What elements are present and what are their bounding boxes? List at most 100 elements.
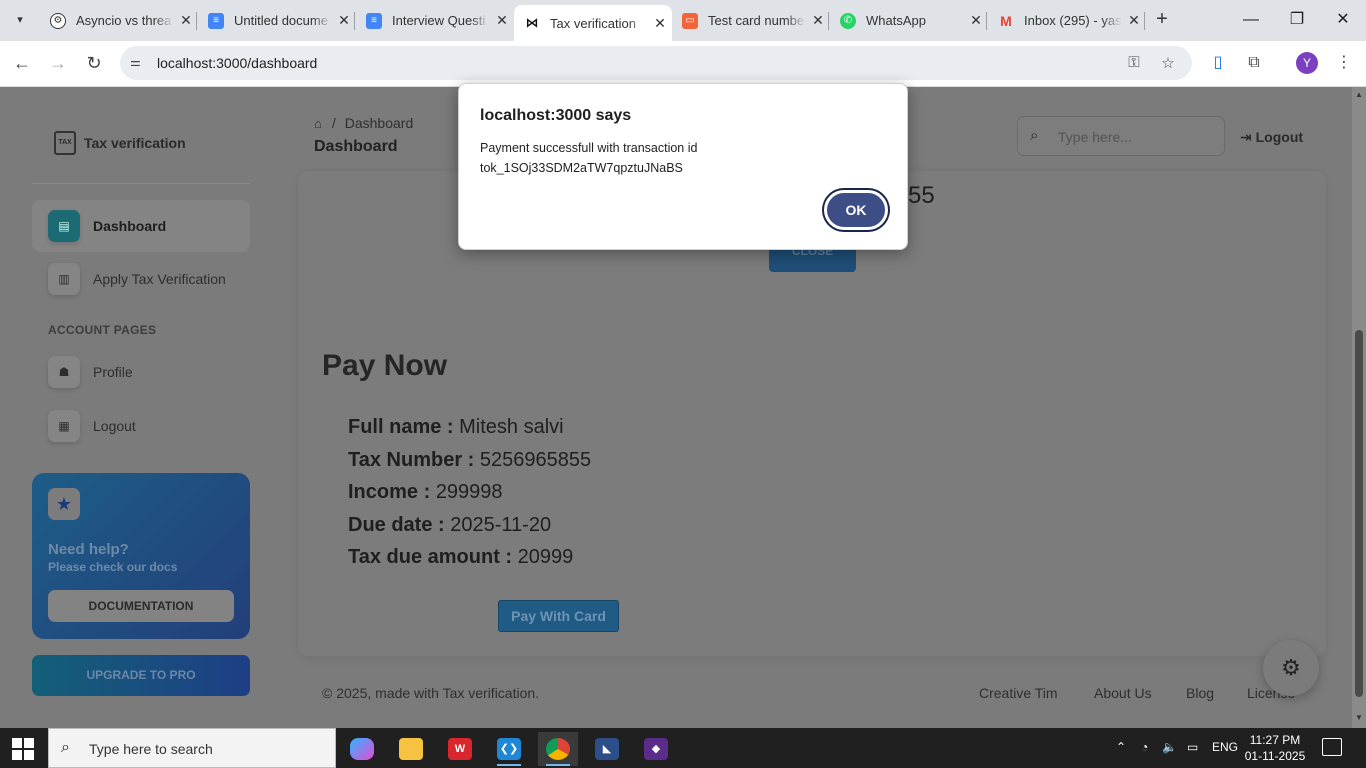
back-icon[interactable]: ← <box>8 49 36 77</box>
site-info-icon[interactable]: ⚌ <box>130 55 146 71</box>
close-window-icon[interactable]: ✕ <box>1320 6 1366 34</box>
footer-link-about-us[interactable]: About Us <box>1094 685 1152 701</box>
minimize-icon[interactable]: ― <box>1228 6 1274 34</box>
user-icon: ☗ <box>48 356 80 388</box>
pay-with-card-button[interactable]: Pay With Card <box>498 600 619 632</box>
extension-app-icon[interactable]: ▯ <box>1206 51 1230 75</box>
tab-title: Untitled docume <box>234 13 328 28</box>
header-logout-label: Logout <box>1255 129 1304 145</box>
windows-taskbar: ⌕ Type here to search W ❮❯ ◣ ◆ ⌃ ◔ 🔈 ▭ E… <box>0 728 1366 768</box>
reload-icon[interactable]: ↻ <box>80 49 108 77</box>
building-icon: ▥ <box>48 263 80 295</box>
dialog-message: Payment successfull with transaction id … <box>480 141 698 175</box>
volume-icon[interactable]: 🔈 <box>1162 740 1177 754</box>
restore-icon[interactable]: ❐ <box>1274 6 1320 34</box>
tab-test-card-numbers[interactable]: ▭ Test card numbe ✕ <box>672 5 830 36</box>
battery-icon[interactable]: ▭ <box>1187 740 1198 754</box>
tab-search-chevron-icon[interactable]: ▾ <box>8 8 32 32</box>
scrollbar-thumb[interactable] <box>1355 330 1363 697</box>
sidebar-item-apply-tax-verification[interactable]: ▥ Apply Tax Verification <box>32 253 250 305</box>
sidebar-item-label: Apply Tax Verification <box>93 271 226 287</box>
tax-logo-icon: TAX <box>54 131 76 155</box>
vscode-icon[interactable]: ❮❯ <box>489 732 529 766</box>
new-tab-button[interactable]: + <box>1150 8 1174 32</box>
tab-asyncio[interactable]: ⚙ Asyncio vs threa ✕ <box>40 5 198 36</box>
search-input[interactable]: ⌕ Type here... <box>1017 116 1225 156</box>
settings-gear-icon[interactable]: ⚙ <box>1263 640 1319 696</box>
info-key: Tax Number : <box>348 449 475 471</box>
forward-icon[interactable]: → <box>44 49 72 77</box>
footer-copyright: © 2025, made with Tax verification. <box>322 685 540 701</box>
documentation-button[interactable]: DOCUMENTATION <box>48 590 234 622</box>
section-label-account-pages: ACCOUNT PAGES <box>48 323 157 337</box>
close-tab-icon[interactable]: ✕ <box>964 12 988 29</box>
close-tab-icon[interactable]: ✕ <box>332 12 356 29</box>
gmail-icon: M <box>1000 12 1012 29</box>
language-indicator[interactable]: ENG <box>1212 740 1238 754</box>
wps-office-icon[interactable]: W <box>440 732 480 766</box>
sidebar-item-label: Profile <box>93 364 133 380</box>
browser-tab-bar: ▾ ⚙ Asyncio vs threa ✕ ≡ Untitled docume… <box>0 0 1366 41</box>
tab-gmail-inbox[interactable]: M Inbox (295) - yas ✕ <box>988 5 1146 36</box>
taskbar-search-input[interactable]: ⌕ Type here to search <box>48 728 336 768</box>
sidebar-item-profile[interactable]: ☗ Profile <box>32 346 250 398</box>
page-scrollbar[interactable]: ▲ ▼ <box>1352 87 1366 728</box>
show-hidden-icons-icon[interactable]: ⌃ <box>1116 740 1126 754</box>
bowtie-icon: ⋈ <box>525 15 539 30</box>
brand-name: Tax verification <box>84 135 186 151</box>
info-value: 2025-11-20 <box>450 514 552 536</box>
tab-separator <box>354 12 355 30</box>
url-text[interactable]: localhost:3000/dashboard <box>157 55 317 71</box>
document-icon: ▦ <box>48 410 80 442</box>
info-value: Mitesh salvi <box>459 416 564 438</box>
logout-icon: ⇥ <box>1240 129 1252 145</box>
file-explorer-icon[interactable] <box>391 732 431 766</box>
bookmark-star-icon[interactable]: ☆ <box>1158 54 1178 74</box>
close-tab-icon[interactable]: ✕ <box>806 12 830 29</box>
chrome-icon[interactable] <box>538 732 578 766</box>
profile-avatar[interactable]: Y <box>1296 52 1318 74</box>
home-icon[interactable]: ⌂ <box>314 116 322 131</box>
info-value: 5256965855 <box>479 449 592 471</box>
close-tab-icon[interactable]: ✕ <box>174 12 198 29</box>
copilot-icon[interactable] <box>342 732 382 766</box>
notification-center-icon[interactable] <box>1322 738 1342 756</box>
password-key-icon[interactable]: ⚿ <box>1124 54 1144 74</box>
tab-title: Test card numbe <box>708 13 805 28</box>
tab-title: Inbox (295) - yas <box>1024 13 1122 28</box>
help-subtitle: Please check our docs <box>48 560 178 574</box>
close-tab-icon[interactable]: ✕ <box>648 15 672 32</box>
tab-interview-questions[interactable]: ≡ Interview Questi ✕ <box>356 5 514 36</box>
store-icon: ▤ <box>48 210 80 242</box>
info-row-tax-number: Tax Number : 5256965855 <box>348 449 591 472</box>
taskbar-clock[interactable]: 11:27 PM 01-11-2025 <box>1244 732 1306 764</box>
sidebar-item-logout[interactable]: ▦ Logout <box>32 400 250 452</box>
footer-link-creative-tim[interactable]: Creative Tim <box>979 685 1058 701</box>
browser-menu-icon[interactable]: ⋮ <box>1332 51 1356 75</box>
footer-link-blog[interactable]: Blog <box>1186 685 1214 701</box>
tab-untitled-doc[interactable]: ≡ Untitled docume ✕ <box>198 5 356 36</box>
network-icon[interactable]: ◔ <box>1141 740 1148 754</box>
tab-title: WhatsApp <box>866 13 926 28</box>
scroll-down-icon[interactable]: ▼ <box>1352 713 1366 722</box>
extensions-puzzle-icon[interactable]: ⧉ <box>1242 51 1266 75</box>
address-bar[interactable]: ⚌ localhost:3000/dashboard ⚿ ☆ <box>120 46 1192 80</box>
upgrade-to-pro-button[interactable]: UPGRADE TO PRO <box>32 655 250 696</box>
tab-whatsapp[interactable]: ✆ WhatsApp ✕ <box>830 5 988 36</box>
info-value: 20999 <box>517 546 574 568</box>
windows-start-icon[interactable] <box>12 738 34 760</box>
scroll-up-icon[interactable]: ▲ <box>1352 90 1366 99</box>
tab-separator <box>1144 12 1145 30</box>
info-row-full-name: Full name : Mitesh salvi <box>348 416 564 439</box>
sidebar-brand[interactable]: TAX Tax verification <box>54 131 186 155</box>
mysql-dolphin-icon[interactable]: ◣ <box>587 732 627 766</box>
tab-tax-verification[interactable]: ⋈ Tax verification ✕ <box>514 5 672 41</box>
info-key: Tax due amount : <box>348 546 513 568</box>
ok-button[interactable]: OK <box>824 190 888 230</box>
close-tab-icon[interactable]: ✕ <box>1122 12 1146 29</box>
docs-icon: ≡ <box>208 12 224 29</box>
sidebar-item-dashboard[interactable]: ▤ Dashboard <box>32 200 250 252</box>
game-app-icon[interactable]: ◆ <box>636 732 676 766</box>
header-logout-button[interactable]: ⇥ Logout <box>1240 129 1303 146</box>
close-tab-icon[interactable]: ✕ <box>490 12 514 29</box>
